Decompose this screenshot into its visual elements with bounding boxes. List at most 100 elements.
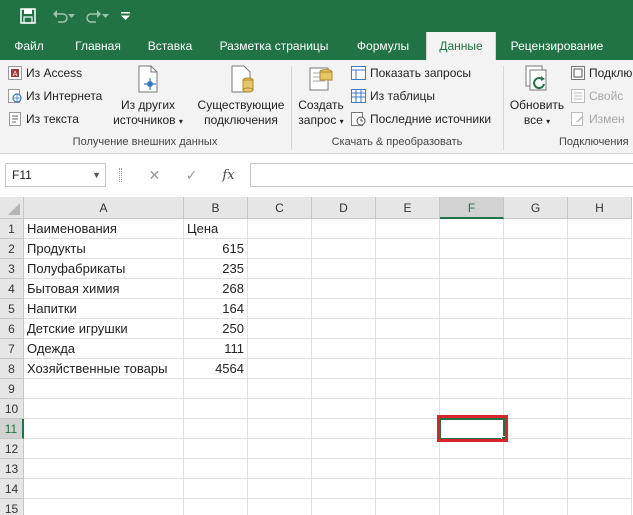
cell-e15[interactable] bbox=[376, 499, 440, 515]
cell-g15[interactable] bbox=[504, 499, 568, 515]
cell-f15[interactable] bbox=[440, 499, 504, 515]
cell-c15[interactable] bbox=[248, 499, 312, 515]
cell-g6[interactable] bbox=[504, 319, 568, 339]
cell-d11[interactable] bbox=[312, 419, 376, 439]
cell-h10[interactable] bbox=[568, 399, 632, 419]
row-header-11[interactable]: 11 bbox=[0, 419, 24, 439]
cell-c13[interactable] bbox=[248, 459, 312, 479]
tab-formulas[interactable]: Формулы bbox=[346, 32, 420, 60]
edit-links-button[interactable]: Измен bbox=[571, 112, 625, 126]
from-table-button[interactable]: Из таблицы bbox=[351, 89, 435, 103]
cell-e10[interactable] bbox=[376, 399, 440, 419]
cell-g1[interactable] bbox=[504, 219, 568, 239]
cell-h14[interactable] bbox=[568, 479, 632, 499]
undo-dropdown-icon[interactable] bbox=[66, 6, 76, 26]
column-header-g[interactable]: G bbox=[504, 197, 568, 219]
cell-a4[interactable]: Бытовая химия bbox=[24, 279, 184, 299]
row-header-14[interactable]: 14 bbox=[0, 479, 24, 499]
cell-a2[interactable]: Продукты bbox=[24, 239, 184, 259]
insert-function-icon[interactable]: fx bbox=[210, 168, 247, 183]
cell-e13[interactable] bbox=[376, 459, 440, 479]
cell-b7[interactable]: 111 bbox=[184, 339, 248, 359]
cell-g2[interactable] bbox=[504, 239, 568, 259]
cell-c1[interactable] bbox=[248, 219, 312, 239]
cell-h4[interactable] bbox=[568, 279, 632, 299]
column-header-c[interactable]: C bbox=[248, 197, 312, 219]
tab-home[interactable]: Главная bbox=[66, 32, 130, 60]
tab-page-layout[interactable]: Разметка страницы bbox=[212, 32, 336, 60]
cell-e9[interactable] bbox=[376, 379, 440, 399]
row-header-7[interactable]: 7 bbox=[0, 339, 24, 359]
column-header-a[interactable]: A bbox=[24, 197, 184, 219]
cell-b10[interactable] bbox=[184, 399, 248, 419]
refresh-all-button[interactable]: Обновить все ▾ bbox=[506, 64, 568, 129]
worksheet-grid[interactable]: A B C D E F G H 1 Наименования Цена 2 Продукты 615 3 По… bbox=[0, 197, 633, 515]
row-header-1[interactable]: 1 bbox=[0, 219, 24, 239]
cell-e2[interactable] bbox=[376, 239, 440, 259]
cell-f3[interactable] bbox=[440, 259, 504, 279]
cell-d2[interactable] bbox=[312, 239, 376, 259]
column-header-f[interactable]: F bbox=[440, 197, 504, 219]
recent-sources-button[interactable]: Последние источники bbox=[351, 112, 491, 126]
tab-insert[interactable]: Вставка bbox=[138, 32, 202, 60]
cell-b4[interactable]: 268 bbox=[184, 279, 248, 299]
cell-b6[interactable]: 250 bbox=[184, 319, 248, 339]
cell-b1[interactable]: Цена bbox=[184, 219, 248, 239]
cell-g12[interactable] bbox=[504, 439, 568, 459]
cell-b8[interactable]: 4564 bbox=[184, 359, 248, 379]
cell-h5[interactable] bbox=[568, 299, 632, 319]
cell-a3[interactable]: Полуфабрикаты bbox=[24, 259, 184, 279]
chevron-down-icon[interactable]: ▼ bbox=[92, 164, 101, 186]
cell-e5[interactable] bbox=[376, 299, 440, 319]
cell-a12[interactable] bbox=[24, 439, 184, 459]
cell-e11[interactable] bbox=[376, 419, 440, 439]
cell-b2[interactable]: 615 bbox=[184, 239, 248, 259]
column-header-b[interactable]: B bbox=[184, 197, 248, 219]
cell-e6[interactable] bbox=[376, 319, 440, 339]
cell-h8[interactable] bbox=[568, 359, 632, 379]
from-access-button[interactable]: A Из Access bbox=[8, 66, 82, 80]
cell-g3[interactable] bbox=[504, 259, 568, 279]
row-header-10[interactable]: 10 bbox=[0, 399, 24, 419]
cell-e4[interactable] bbox=[376, 279, 440, 299]
cell-d3[interactable] bbox=[312, 259, 376, 279]
row-header-8[interactable]: 8 bbox=[0, 359, 24, 379]
cell-e8[interactable] bbox=[376, 359, 440, 379]
tab-file[interactable]: Файл bbox=[6, 32, 52, 60]
tab-data[interactable]: Данные bbox=[426, 32, 496, 60]
cell-g13[interactable] bbox=[504, 459, 568, 479]
cell-d4[interactable] bbox=[312, 279, 376, 299]
cell-c9[interactable] bbox=[248, 379, 312, 399]
save-icon[interactable] bbox=[18, 6, 38, 26]
from-text-button[interactable]: Из текста bbox=[8, 112, 79, 126]
cell-g11[interactable] bbox=[504, 419, 568, 439]
enter-icon[interactable]: ✓ bbox=[173, 167, 210, 184]
select-all-button[interactable] bbox=[0, 197, 24, 219]
cell-a9[interactable] bbox=[24, 379, 184, 399]
cell-g4[interactable] bbox=[504, 279, 568, 299]
cell-a8[interactable]: Хозяйственные товары bbox=[24, 359, 184, 379]
cell-g14[interactable] bbox=[504, 479, 568, 499]
from-other-sources-button[interactable]: Из других источников ▾ bbox=[108, 64, 188, 129]
cell-h11[interactable] bbox=[568, 419, 632, 439]
connections-button[interactable]: Подклю bbox=[571, 66, 632, 80]
cell-g7[interactable] bbox=[504, 339, 568, 359]
cell-b5[interactable]: 164 bbox=[184, 299, 248, 319]
cell-b12[interactable] bbox=[184, 439, 248, 459]
cell-f9[interactable] bbox=[440, 379, 504, 399]
cell-f8[interactable] bbox=[440, 359, 504, 379]
row-header-3[interactable]: 3 bbox=[0, 259, 24, 279]
show-queries-button[interactable]: Показать запросы bbox=[351, 66, 471, 80]
cell-d6[interactable] bbox=[312, 319, 376, 339]
cell-e1[interactable] bbox=[376, 219, 440, 239]
cell-b13[interactable] bbox=[184, 459, 248, 479]
cancel-icon[interactable]: ✕ bbox=[136, 167, 173, 184]
cell-d15[interactable] bbox=[312, 499, 376, 515]
cell-b15[interactable] bbox=[184, 499, 248, 515]
cell-e7[interactable] bbox=[376, 339, 440, 359]
cell-c3[interactable] bbox=[248, 259, 312, 279]
cell-c12[interactable] bbox=[248, 439, 312, 459]
cell-b14[interactable] bbox=[184, 479, 248, 499]
cell-e14[interactable] bbox=[376, 479, 440, 499]
redo-dropdown-icon[interactable] bbox=[100, 6, 110, 26]
